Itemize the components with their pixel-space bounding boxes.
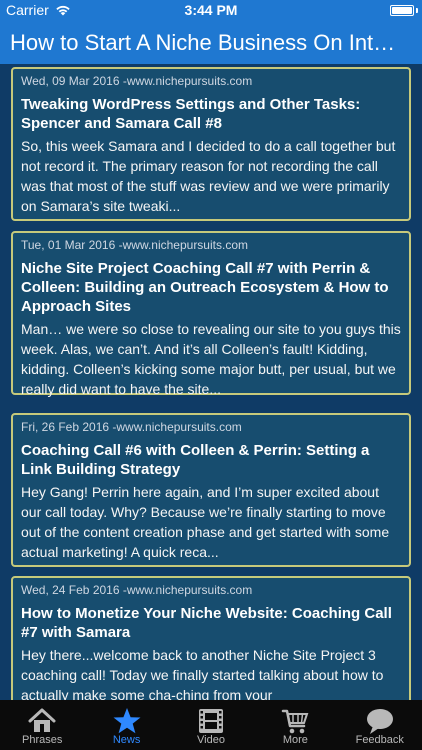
article-card-1[interactable]: Wed, 09 Mar 2016 -www.nichepursuits.com …	[11, 67, 411, 221]
film-icon	[198, 709, 223, 733]
status-bar: Carrier 3:44 PM	[0, 0, 422, 22]
article-card-4[interactable]: Wed, 24 Feb 2016 -www.nichepursuits.com …	[11, 576, 411, 700]
status-left: Carrier	[6, 2, 71, 18]
tab-phrases[interactable]: Phrases	[0, 706, 84, 746]
article-title: Niche Site Project Coaching Call #7 with…	[21, 260, 389, 315]
tab-label: More	[282, 734, 308, 746]
tab-label: Phrases	[22, 734, 63, 746]
chat-bubble-icon	[366, 709, 393, 734]
tab-bar: Phrases News Video More Feedback	[0, 700, 422, 750]
cart-icon	[282, 709, 309, 734]
wifi-icon	[56, 5, 70, 16]
article-title: How to Monetize Your Niche Website: Coac…	[21, 605, 392, 641]
status-time: 3:44 PM	[184, 2, 238, 18]
article-card-3[interactable]: Fri, 26 Feb 2016 -www.nichepursuits.com …	[11, 413, 411, 567]
tab-label: News	[112, 734, 141, 746]
nav-bar: How to Start A Niche Business On Inter..…	[0, 22, 422, 64]
battery-tip	[416, 8, 418, 13]
tab-label: Feedback	[355, 734, 404, 746]
article-excerpt: So, this week Samara and I decided to do…	[21, 138, 396, 214]
tab-news[interactable]: News	[85, 706, 169, 746]
article-excerpt: Man… we were so close to revealing our s…	[21, 321, 401, 397]
tab-more[interactable]: More	[253, 706, 337, 746]
article-card-2[interactable]: Tue, 01 Mar 2016 -www.nichepursuits.com …	[11, 231, 411, 397]
article-meta: Fri, 26 Feb 2016 -www.nichepursuits.com	[21, 420, 242, 434]
article-meta: Tue, 01 Mar 2016 -www.nichepursuits.com	[21, 238, 248, 252]
home-icon	[28, 708, 56, 732]
page-title: How to Start A Niche Business On Inter..…	[10, 32, 406, 54]
article-title: Tweaking WordPress Settings and Other Ta…	[21, 96, 361, 132]
article-excerpt: Hey there...welcome back to another Nich…	[21, 647, 384, 700]
article-meta: Wed, 24 Feb 2016 -www.nichepursuits.com	[21, 583, 253, 597]
star-icon	[113, 708, 141, 734]
tab-label: Video	[197, 734, 225, 746]
news-feed[interactable]: Wed, 09 Mar 2016 -www.nichepursuits.com …	[0, 64, 422, 700]
carrier-label: Carrier	[6, 2, 49, 18]
tab-video[interactable]: Video	[169, 706, 253, 746]
article-meta: Wed, 09 Mar 2016 -www.nichepursuits.com	[21, 74, 253, 88]
article-excerpt: Hey Gang! Perrin here again, and I’m sup…	[21, 484, 390, 560]
tab-feedback[interactable]: Feedback	[338, 706, 422, 746]
battery-icon	[390, 5, 414, 16]
article-title: Coaching Call #6 with Colleen & Perrin: …	[21, 442, 370, 478]
